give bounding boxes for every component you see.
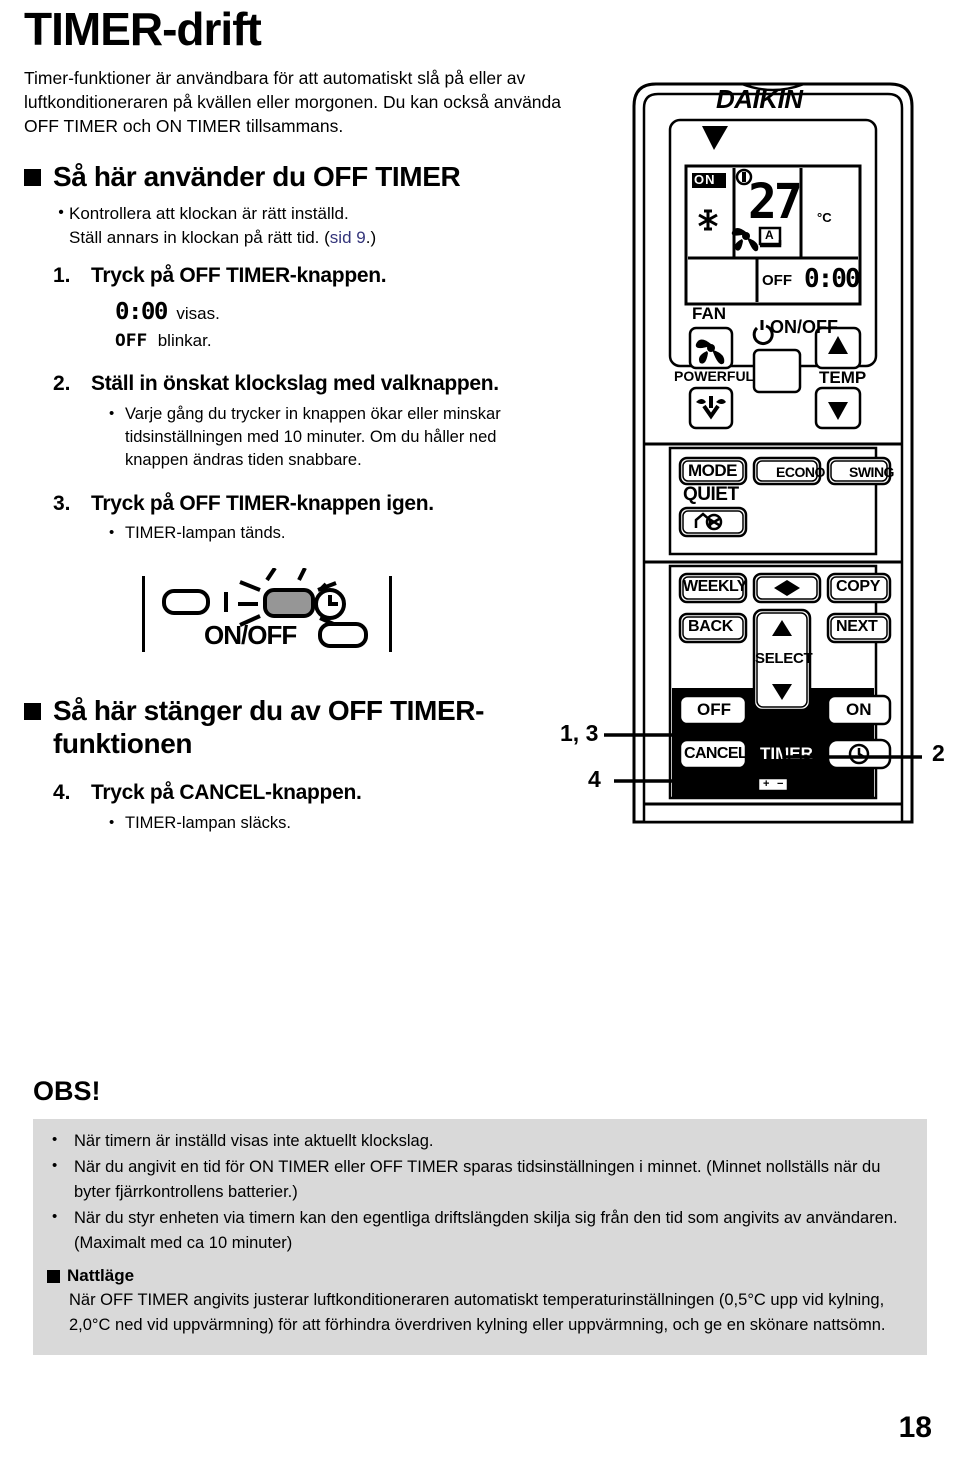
obs-item: • När timern är inställd visas inte aktu… — [47, 1129, 913, 1154]
bullet-dot-icon: • — [52, 1157, 58, 1175]
page-title: TIMER-drift — [24, 3, 262, 55]
lcd-fan-auto-letter: A — [765, 228, 774, 242]
obs-item-text: När du styr enheten via timern kan den e… — [74, 1209, 898, 1253]
step-2-title: Ställ in önskat klockslag med valknappen… — [91, 371, 499, 395]
page-number: 18 — [898, 1411, 932, 1444]
clock-note-line1: Kontrollera att klockan är rätt inställd… — [69, 204, 349, 224]
obs-heading: OBS! — [33, 1076, 101, 1106]
section-heading-cancel-off-timer: Så här stänger du av OFF TIMER-funktione… — [24, 694, 564, 760]
on-timer-button-label: ON — [846, 700, 872, 719]
battery-minus-label: − — [777, 778, 784, 790]
step-2: 2. Ställ in önskat klockslag med valknap… — [53, 371, 564, 473]
daikin-brand-label: DAIKIN — [716, 84, 803, 114]
bullet-dot-icon: • — [109, 813, 115, 831]
select-button-label: SELECT — [755, 650, 813, 667]
step-3-bullet: • TIMER-lampan tänds. — [91, 522, 564, 545]
cancel-button-label: CANCEL — [684, 745, 748, 762]
timer-lamp-illustration: ON/OFF — [142, 566, 392, 660]
step-1-title: Tryck på OFF TIMER-knappen. — [91, 264, 387, 288]
step-2-bullet: • Varje gång du trycker in knappen ökar … — [91, 403, 564, 473]
obs-item: • När du angivit en tid för ON TIMER ell… — [47, 1155, 913, 1205]
step-4-bullet: • TIMER-lampan släcks. — [91, 812, 564, 835]
callout-4: 4 — [588, 766, 601, 792]
step-4-number: 4. — [53, 780, 71, 804]
section-heading-use-off-timer: Så här använder du OFF TIMER — [24, 160, 564, 193]
remote-control-illustration: DAIKIN ON 27 °C A OFF 0:00 FAN POWERFUL … — [624, 74, 922, 826]
lcd-off-glyph: OFF — [115, 330, 148, 351]
night-mode-body: När OFF TIMER angivits justerar luftkond… — [69, 1291, 886, 1335]
main-onoff-button — [752, 348, 802, 394]
callout-1-3: 1, 3 — [560, 720, 599, 746]
bullet-dot-icon: • — [109, 524, 115, 542]
lcd-temperature-value: 27 — [748, 174, 803, 230]
timer-group-label: TIMER — [760, 744, 813, 763]
step-4-title: Tryck på CANCEL-knappen. — [91, 780, 362, 804]
back-button-label: BACK — [688, 618, 734, 635]
step-4-bullet-text: TIMER-lampan släcks. — [125, 813, 291, 832]
step-3-number: 3. — [53, 491, 71, 515]
section-heading-text: Så här stänger du av OFF TIMER-funktione… — [53, 694, 485, 759]
bullet-dot-icon: • — [58, 204, 64, 222]
lcd-time-caption: visas. — [176, 303, 220, 323]
obs-item: • När du styr enheten via timern kan den… — [47, 1206, 913, 1256]
obs-item-text: När timern är inställd visas inte aktuel… — [74, 1132, 434, 1150]
step-2-bullet-text: Varje gång du trycker in knappen ökar el… — [125, 404, 501, 470]
off-timer-button-label: OFF — [697, 700, 731, 719]
bullet-square-icon — [24, 169, 41, 187]
bullet-square-icon — [47, 1269, 60, 1283]
intro-paragraph: Timer-funktioner är användbara för att a… — [24, 68, 561, 137]
clock-note-line2-post: .) — [365, 227, 377, 247]
swing-button-label: SWING — [849, 464, 894, 480]
lcd-temperature-unit: °C — [817, 210, 832, 225]
powerful-button-label: POWERFUL — [674, 368, 755, 384]
clock-check-note: • Kontrollera att klockan är rätt instäl… — [53, 202, 564, 249]
lcd-off-caption: blinkar. — [157, 330, 212, 350]
lcd-on-badge-text: ON — [694, 172, 716, 187]
clock-note-line2-pre: Ställ annars in klockan på rätt tid. ( — [69, 227, 330, 247]
next-button-label: NEXT — [836, 618, 878, 635]
quiet-button-label: QUIET — [683, 484, 739, 505]
bullet-dot-icon: • — [52, 1208, 58, 1226]
fan-button-label: FAN — [692, 304, 726, 323]
night-mode-heading: Nattläge — [47, 1266, 913, 1286]
obs-item-text: När du angivit en tid för ON TIMER eller… — [74, 1158, 881, 1202]
lamp-panel-right-edge — [389, 575, 392, 652]
step-3-bullet-text: TIMER-lampan tänds. — [125, 524, 286, 543]
step-1-lcd-off-row: OFF blinkar. — [91, 331, 564, 351]
callout-2: 2 — [932, 740, 945, 766]
obs-note-box: • När timern är inställd visas inte aktu… — [33, 1119, 927, 1355]
copy-button-label: COPY — [836, 578, 881, 595]
manual-page: TIMER-drift Timer-funktioner är användba… — [0, 0, 960, 1463]
lcd-time-glyph: 0:00 — [115, 298, 168, 325]
lcd-timer-off-label: OFF — [762, 272, 792, 289]
bullet-dot-icon: • — [52, 1131, 58, 1148]
bullet-dot-icon: • — [109, 404, 115, 422]
step-1-lcd-time-row: 0:00 visas. — [91, 299, 564, 325]
night-mode-title: Nattläge — [67, 1266, 135, 1286]
step-2-number: 2. — [53, 371, 71, 395]
bullet-square-icon — [24, 702, 41, 720]
step-1-number: 1. — [53, 264, 71, 288]
lamp-onoff-label: ON/OFF — [204, 619, 297, 650]
mode-button-label: MODE — [688, 461, 738, 480]
page-reference-link[interactable]: sid 9 — [330, 228, 366, 247]
lcd-timer-time: 0:00 — [804, 264, 861, 294]
lamp-panel-left-edge — [142, 575, 145, 652]
step-3-title: Tryck på OFF TIMER-knappen igen. — [91, 491, 434, 515]
step-4: 4. Tryck på CANCEL-knappen. • TIMER-lamp… — [53, 780, 564, 835]
onoff-button-label: ON/OFF — [770, 317, 838, 337]
econo-button-label: ECONO — [776, 464, 825, 480]
section-heading-text: Så här använder du OFF TIMER — [53, 161, 461, 193]
step-1: 1. Tryck på OFF TIMER-knappen. 0:00 visa… — [53, 263, 564, 351]
battery-plus-label: + — [763, 778, 770, 790]
temp-button-label: TEMP — [819, 368, 867, 387]
step-3: 3. Tryck på OFF TIMER-knappen igen. • TI… — [53, 491, 564, 546]
left-content-column: TIMER-drift Timer-funktioner är användba… — [24, 0, 564, 835]
weekly-button-label: WEEKLY — [683, 578, 747, 595]
